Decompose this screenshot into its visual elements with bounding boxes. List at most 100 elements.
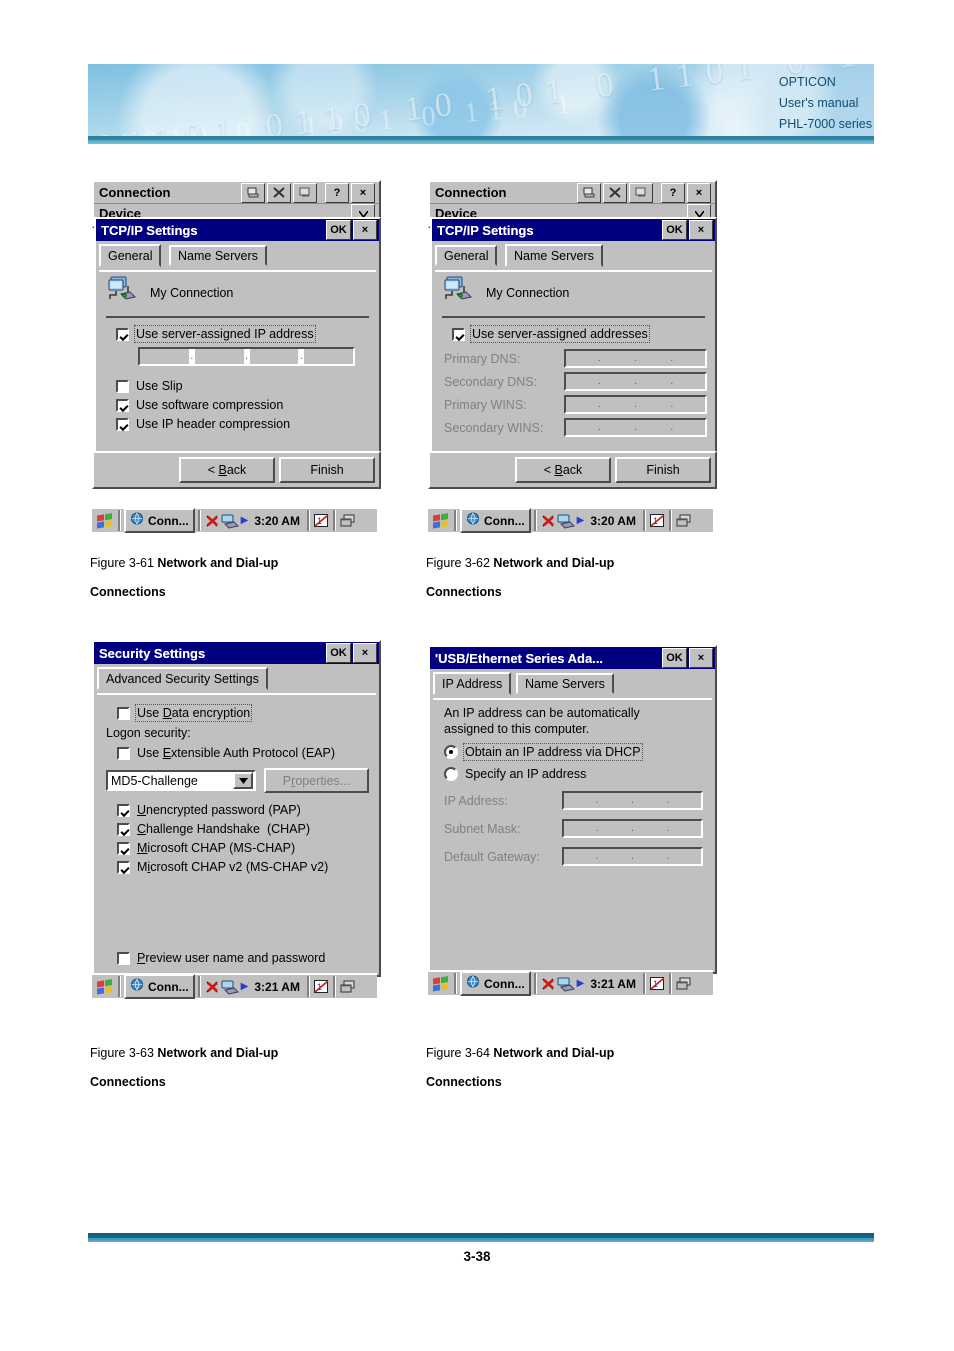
ip-address-input[interactable]: . . . [138,347,355,366]
close-icon[interactable]: × [353,643,377,663]
start-button[interactable] [94,977,115,996]
ok-button[interactable]: OK [662,220,687,240]
finish-button[interactable]: Finish [615,457,711,483]
radio-obtain-ip-via-dhcp[interactable] [444,745,458,759]
connection-status-icon[interactable] [557,513,575,529]
tab-advanced-security-settings[interactable]: Advanced Security Settings [97,667,268,690]
close-icon[interactable]: × [353,220,377,240]
desktop-switch-icon[interactable] [675,976,692,992]
radio-row-dhcp[interactable]: Obtain an IP address via DHCP [444,743,715,761]
ok-button[interactable]: OK [326,643,351,663]
back-button[interactable]: < Back [515,457,611,483]
close-button[interactable]: × [687,182,711,203]
checkbox-row-ip-header-compression[interactable]: Use IP header compression [116,417,379,431]
ip-octet-3[interactable] [250,349,299,364]
checkbox-use-eap[interactable] [117,746,130,760]
checkbox-use-slip[interactable] [116,379,129,393]
taskbar-task-connections[interactable]: Conn... [460,971,531,996]
help-button[interactable]: ? [661,182,685,203]
checkbox-microsoft-chap[interactable] [117,841,130,855]
connection-status-icon[interactable] [557,976,575,992]
close-button[interactable]: × [351,182,375,203]
properties-icon[interactable] [293,182,317,203]
ok-button[interactable]: OK [326,220,351,240]
ip-octet-4[interactable] [304,349,353,364]
close-icon[interactable]: × [689,220,713,240]
network-disconnected-icon[interactable] [204,979,221,995]
start-button[interactable] [94,511,115,530]
ip-address-input[interactable]: . . . [562,791,703,810]
desktop-switch-icon[interactable] [675,513,692,529]
checkbox-use-ip-header-compression[interactable] [116,417,129,431]
taskbar-clock[interactable]: 3:21 AM [590,977,636,991]
tab-general[interactable]: General [435,245,498,266]
checkbox-row-server-assigned-addresses[interactable]: Use server-assigned addresses [452,325,715,343]
checkbox-unencrypted-password-pap[interactable] [117,803,130,817]
checkbox-use-software-compression[interactable] [116,398,129,412]
taskbar-clock[interactable]: 3:21 AM [254,980,300,994]
disconnect-icon[interactable] [603,182,627,203]
eap-method-select[interactable]: MD5-Challenge [106,770,256,791]
finish-button[interactable]: Finish [279,457,375,483]
desktop-switch-icon[interactable] [339,513,356,529]
start-button[interactable] [430,974,451,993]
properties-icon[interactable] [629,182,653,203]
checkbox-use-data-encryption[interactable] [117,706,130,720]
secondary-wins-input[interactable]: . . . [564,418,707,437]
chevron-down-icon[interactable] [233,772,253,789]
properties-button[interactable]: Properties... [264,768,369,793]
ok-button[interactable]: OK [662,648,687,668]
checkbox-row-use-slip[interactable]: Use Slip [116,379,379,393]
connection-status-icon[interactable] [221,513,239,529]
taskbar-task-connections[interactable]: Conn... [124,974,195,999]
checkbox-row-data-encryption[interactable]: Use Data encryption [117,704,379,722]
checkbox-row-server-assigned-ip[interactable]: Use server-assigned IP address [116,325,379,343]
secondary-dns-input[interactable]: . . . [564,372,707,391]
connect-icon[interactable] [577,182,601,203]
checkbox-preview-user-name-and-password[interactable] [117,951,130,965]
checkbox-row-eap[interactable]: Use Extensible Auth Protocol (EAP) [117,746,379,760]
disconnect-icon[interactable] [267,182,291,203]
checkbox-row-pap[interactable]: Unencrypted password (PAP) [117,803,379,817]
checkbox-use-server-assigned-addresses[interactable] [452,327,465,341]
checkbox-row-preview-credentials[interactable]: Preview user name and password [117,951,325,965]
tab-ip-address[interactable]: IP Address [433,672,512,695]
checkbox-row-software-compression[interactable]: Use software compression [116,398,379,412]
taskbar-clock[interactable]: 3:20 AM [590,514,636,528]
taskbar-task-connections[interactable]: Conn... [124,508,195,533]
primary-wins-input[interactable]: . . . [564,395,707,414]
checkbox-row-chap[interactable]: Challenge Handshake (CHAP) [117,822,379,836]
taskbar-task-connections[interactable]: Conn... [460,508,531,533]
primary-dns-input[interactable]: . . . [564,349,707,368]
connect-icon[interactable] [241,182,265,203]
desktop-switch-icon[interactable] [339,979,356,995]
checkbox-use-server-assigned-ip[interactable] [116,327,129,341]
subnet-mask-input[interactable]: . . . [562,819,703,838]
input-panel-icon[interactable]: 1 [313,979,330,995]
network-disconnected-icon[interactable] [204,513,221,529]
input-panel-icon[interactable]: 1 [313,513,330,529]
taskbar-clock[interactable]: 3:20 AM [254,514,300,528]
input-panel-icon[interactable]: 1 [649,513,666,529]
checkbox-microsoft-chap-v2[interactable] [117,860,130,874]
checkbox-row-ms-chap-v2[interactable]: Microsoft CHAP v2 (MS-CHAP v2) [117,860,379,874]
tab-name-servers[interactable]: Name Servers [516,673,614,694]
default-gateway-input[interactable]: . . . [562,847,703,866]
help-button[interactable]: ? [325,182,349,203]
input-panel-icon[interactable]: 1 [649,976,666,992]
start-button[interactable] [430,511,451,530]
back-button[interactable]: < Back [179,457,275,483]
tab-name-servers[interactable]: Name Servers [169,245,267,266]
close-icon[interactable]: × [689,648,713,668]
tab-general[interactable]: General [99,244,162,267]
ip-octet-1[interactable] [140,349,189,364]
checkbox-row-ms-chap[interactable]: Microsoft CHAP (MS-CHAP) [117,841,379,855]
network-disconnected-icon[interactable] [540,976,557,992]
radio-row-specify-ip[interactable]: Specify an IP address [444,767,715,781]
network-disconnected-icon[interactable] [540,513,557,529]
checkbox-challenge-handshake-chap[interactable] [117,822,130,836]
tab-name-servers[interactable]: Name Servers [505,244,603,267]
radio-specify-an-ip-address[interactable] [444,767,458,781]
ip-octet-2[interactable] [195,349,244,364]
connection-status-icon[interactable] [221,979,239,995]
